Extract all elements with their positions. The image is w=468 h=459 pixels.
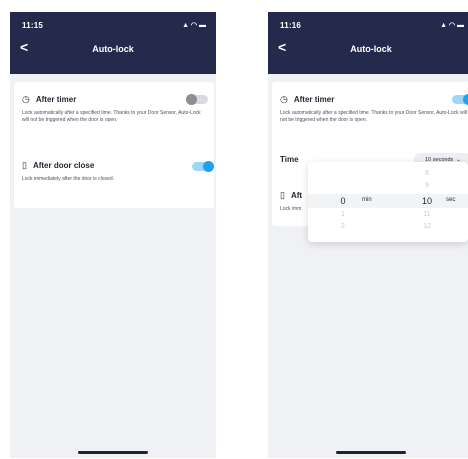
clock-icon: ◷ xyxy=(280,94,288,104)
time-label: Time xyxy=(280,155,299,164)
after-timer-description: Lock automatically after a specified tim… xyxy=(22,110,201,123)
after-timer-label: After timer xyxy=(293,95,335,104)
after-door-close-row[interactable]: ▯ Aft xyxy=(280,190,302,201)
after-door-close-description: Lock immediately after the door is close… xyxy=(22,176,114,182)
after-door-close-row[interactable]: ▯ After door close xyxy=(22,160,94,171)
home-indicator xyxy=(78,451,148,454)
after-door-close-label: Aft xyxy=(290,191,303,200)
seconds-option[interactable]: 9 xyxy=(392,182,462,189)
status-time: 11:15 xyxy=(22,21,44,30)
toggle-knob xyxy=(463,94,468,105)
status-icons: ▲ ◠ ▬ xyxy=(440,22,464,29)
door-icon: ▯ xyxy=(22,160,27,170)
after-timer-toggle[interactable] xyxy=(452,94,468,105)
header-bar: 11:15 ▲ ◠ ▬ < Auto-lock xyxy=(10,12,216,74)
after-timer-row[interactable]: ◷ After timer xyxy=(280,94,334,105)
seconds-unit: sec xyxy=(446,197,456,203)
seconds-option[interactable]: 11 xyxy=(392,211,462,218)
after-timer-toggle[interactable] xyxy=(186,94,208,105)
auto-lock-options-card: ◷ After timer Lock automatically after a… xyxy=(14,82,214,208)
seconds-wheel[interactable]: 8 9 10 11 12 sec xyxy=(394,162,464,242)
toggle-knob xyxy=(203,161,214,172)
status-time: 11:16 xyxy=(280,21,302,30)
status-icons: ▲ ◠ ▬ xyxy=(182,22,206,29)
minutes-wheel[interactable]: 0 1 2 min xyxy=(318,162,388,242)
after-timer-label: After timer xyxy=(35,95,77,104)
minutes-option[interactable]: 2 xyxy=(308,223,378,230)
minutes-option[interactable]: 1 xyxy=(308,211,378,218)
clock-icon: ◷ xyxy=(22,94,30,104)
seconds-option[interactable]: 8 xyxy=(392,170,462,177)
time-picker[interactable]: 0 1 2 min 8 9 10 11 12 sec xyxy=(308,162,468,242)
auto-lock-screen-picker: 11:16 ▲ ◠ ▬ < Auto-lock ◷ After timer Lo… xyxy=(268,12,468,458)
after-door-close-label: After door close xyxy=(32,161,95,170)
toggle-knob xyxy=(186,94,197,105)
seconds-option[interactable]: 12 xyxy=(392,223,462,230)
page-title: Auto-lock xyxy=(92,44,134,54)
home-indicator xyxy=(336,451,406,454)
after-timer-row[interactable]: ◷ After timer xyxy=(22,94,76,105)
header-bar: 11:16 ▲ ◠ ▬ < Auto-lock xyxy=(268,12,468,74)
auto-lock-screen-off: 11:15 ▲ ◠ ▬ < Auto-lock ◷ After timer Lo… xyxy=(10,12,216,458)
after-timer-description: Lock automatically after a specified tim… xyxy=(280,110,467,123)
page-title: Auto-lock xyxy=(350,44,392,54)
door-icon: ▯ xyxy=(280,190,285,200)
after-door-close-toggle[interactable] xyxy=(192,161,214,172)
minutes-unit: min xyxy=(362,197,372,203)
